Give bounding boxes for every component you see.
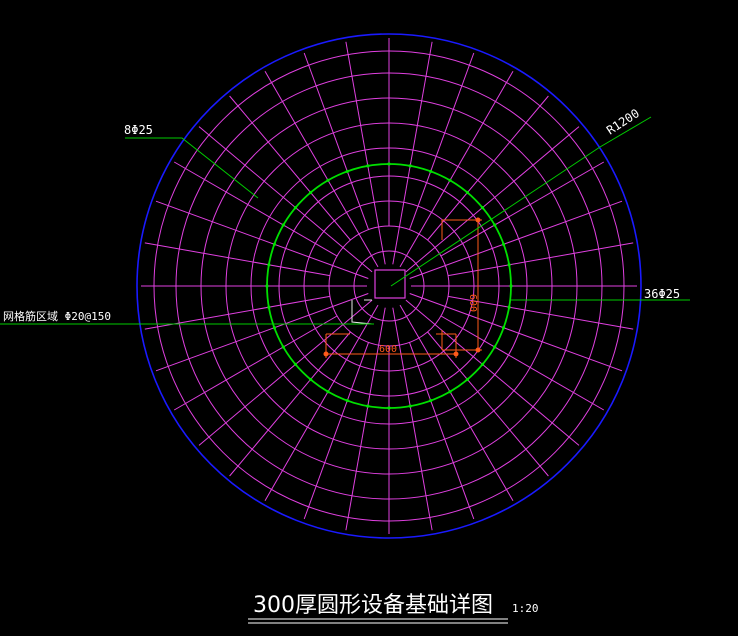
ring-rebar-dot [465,377,469,382]
ring-rebar-dot [465,190,469,195]
rebar-label-8phi25: 8Φ25 [124,123,153,137]
ring-rebar-dot [345,399,349,403]
ring-rebar-dot [429,169,433,173]
radial-line [173,161,338,257]
ring-rebar-dot [502,242,506,246]
ring-rebar-dot [281,223,285,227]
dimension-horizontal-label: 600 [379,344,397,355]
ring-rebar-dot [448,390,452,394]
ring-rebar-dot [281,345,285,349]
drawing-title: 300厚圆形设备基础详图 [253,593,493,618]
ring-rebar-dot [366,404,370,408]
ring-rebar-dot [448,178,452,182]
radial-line [173,315,338,411]
ring-rebar-dot [309,190,313,195]
ring-rebar-dot [272,242,276,246]
radial-line [144,242,330,277]
ring-rebar-dot [509,284,513,288]
ring-rebar-dot [326,390,330,394]
radial-rebar-lines [141,38,637,534]
center-opening [374,269,406,299]
ring-rebar-dot [493,345,497,349]
ring-rebar-dot [507,263,511,267]
ring-rebar-dot [502,326,506,330]
ring-rebar-dot [345,169,349,173]
ring-rebar-dot [267,263,271,267]
ring-rebar-dot [265,284,269,288]
radial-line [448,242,634,277]
ring-rebar-dot [387,162,391,166]
ring-rebar-dot [408,404,412,408]
cad-drawing-canvas: 600 600 8Φ25 R1200 36Φ25 网格筋区域 Φ20@150 3… [0,33,690,624]
ring-rebar-dot [293,362,298,366]
ring-rebar-dot [267,305,271,309]
ring-rebar-dot [507,305,511,309]
ring-rebar-dot [387,406,391,410]
ring-rebar-dot [272,326,276,330]
mesh-area-label: 网格筋区域 Φ20@150 [3,309,111,323]
rebar-label-36phi25: 36Φ25 [644,287,680,301]
ring-rebar-dot [293,206,298,210]
ring-rebar-dot [480,206,485,210]
dimension-vertical [441,217,482,353]
ring-rebar-dot [326,178,330,182]
ring-rebar-dot [429,399,433,403]
ring-rebar-dot [408,164,412,168]
ring-rebar-dot [309,377,313,382]
leader-lines [0,116,690,325]
radius-label: R1200 [604,106,642,137]
dimension-vertical-label: 600 [467,294,478,312]
ring-rebar-dot [493,223,497,227]
drawing-scale: 1:20 [512,602,539,615]
ring-rebar-dot [366,164,370,168]
ring-rebar-dot [480,362,485,366]
radial-line [440,315,605,411]
radial-line [440,161,605,257]
